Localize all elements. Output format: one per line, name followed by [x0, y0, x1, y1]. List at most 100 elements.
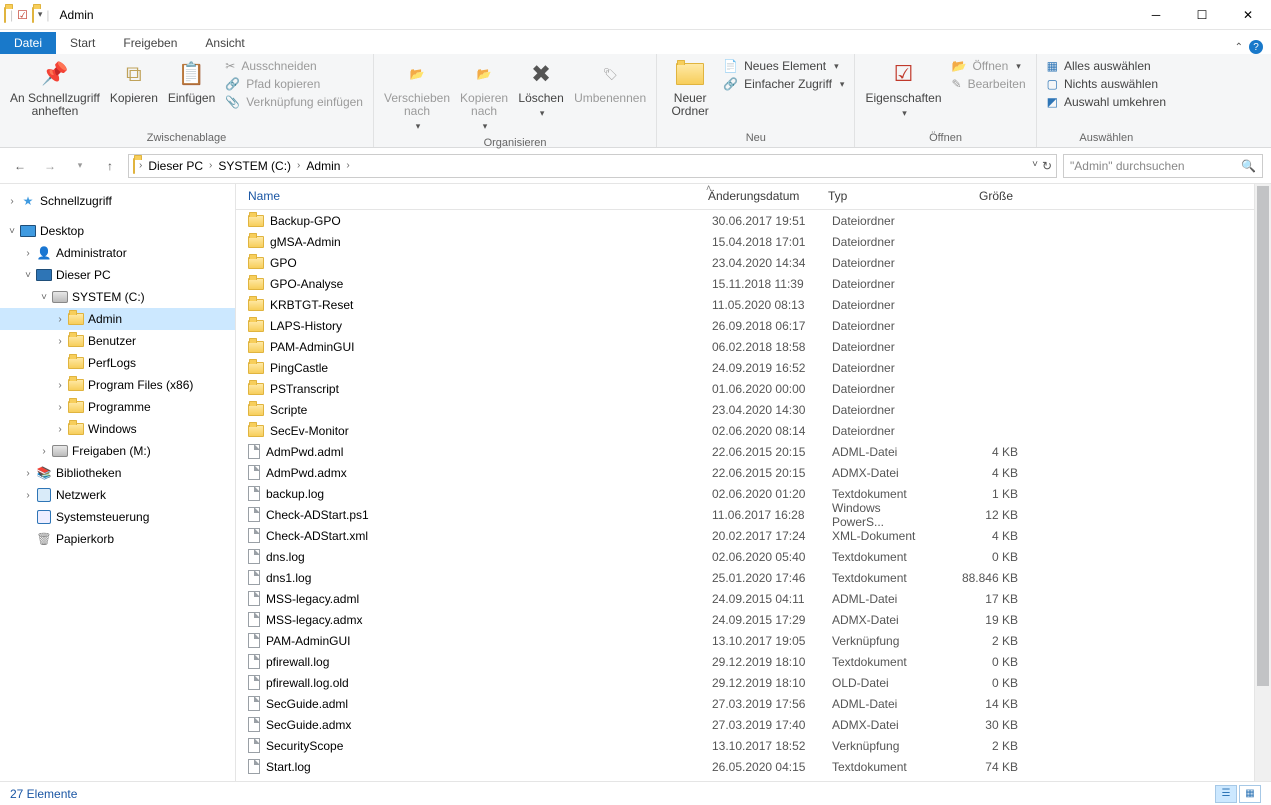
list-item[interactable]: gMSA-Admin15.04.2018 17:01Dateiordner: [236, 231, 1254, 252]
nav-back-button[interactable]: ←: [8, 154, 32, 178]
list-item[interactable]: SecGuide.adml27.03.2019 17:56ADML-Datei1…: [236, 693, 1254, 714]
tree-item[interactable]: ˅SYSTEM (C:): [0, 286, 235, 308]
col-name[interactable]: Name: [236, 184, 696, 209]
copy-path-button[interactable]: 🔗Pfad kopieren: [221, 76, 367, 92]
select-none-button[interactable]: ▢Nichts auswählen: [1043, 76, 1170, 92]
maximize-button[interactable]: ☐: [1179, 0, 1225, 30]
list-item[interactable]: pfirewall.log29.12.2019 18:10Textdokumen…: [236, 651, 1254, 672]
nav-up-button[interactable]: ↑: [98, 154, 122, 178]
vertical-scrollbar[interactable]: [1254, 184, 1271, 781]
crumb-drive[interactable]: SYSTEM (C:)›: [216, 159, 304, 173]
tree-item[interactable]: ˅Dieser PC: [0, 264, 235, 286]
list-item[interactable]: PAM-AdminGUI06.02.2018 18:58Dateiordner: [236, 336, 1254, 357]
select-all-button[interactable]: ▦Alles auswählen: [1043, 58, 1170, 74]
paste-button[interactable]: 📋Einfügen: [164, 56, 219, 107]
address-bar[interactable]: › Dieser PC› SYSTEM (C:)› Admin› ˅ ↻: [128, 154, 1057, 178]
tree-twisty-icon[interactable]: ›: [20, 468, 36, 479]
delete-button[interactable]: ✖Löschen▾: [514, 56, 568, 122]
col-date[interactable]: Änderungsdatum: [696, 184, 816, 209]
list-item[interactable]: pfirewall.log.old29.12.2019 18:10OLD-Dat…: [236, 672, 1254, 693]
qat-dropdown-icon[interactable]: ▾: [38, 9, 43, 20]
tree-item[interactable]: ›Freigaben (M:): [0, 440, 235, 462]
rename-button[interactable]: 🏷Umbenennen: [570, 56, 650, 107]
list-item[interactable]: MSS-legacy.adml24.09.2015 04:11ADML-Date…: [236, 588, 1254, 609]
tab-start[interactable]: Start: [56, 32, 109, 54]
list-item[interactable]: AdmPwd.admx22.06.2015 20:15ADMX-Datei4 K…: [236, 462, 1254, 483]
tree-item[interactable]: ›Netzwerk: [0, 484, 235, 506]
list-item[interactable]: MSS-legacy.admx24.09.2015 17:29ADMX-Date…: [236, 609, 1254, 630]
nav-forward-button[interactable]: →: [38, 154, 62, 178]
cut-button[interactable]: ✂Ausschneiden: [221, 58, 367, 74]
properties-button[interactable]: ☑Eigenschaften▾: [861, 56, 945, 122]
list-item[interactable]: dns1.log25.01.2020 17:46Textdokument88.8…: [236, 567, 1254, 588]
tree-item[interactable]: ›Windows: [0, 418, 235, 440]
minimize-button[interactable]: ─: [1133, 0, 1179, 30]
list-item[interactable]: GPO23.04.2020 14:34Dateiordner: [236, 252, 1254, 273]
qat-properties-icon[interactable]: ☑: [17, 8, 28, 22]
edit-button[interactable]: ✎Bearbeiten: [948, 76, 1030, 92]
crumb-folder[interactable]: Admin›: [304, 159, 353, 173]
address-dropdown-icon[interactable]: ˅: [1032, 159, 1038, 173]
tree-twisty-icon[interactable]: ˅: [20, 270, 36, 281]
copy-button[interactable]: ⧉Kopieren: [106, 56, 162, 107]
scrollbar-thumb[interactable]: [1257, 186, 1269, 686]
list-item[interactable]: dns.log02.06.2020 05:40Textdokument0 KB: [236, 546, 1254, 567]
tree-twisty-icon[interactable]: ›: [52, 380, 68, 391]
col-size[interactable]: Größe: [936, 184, 1026, 209]
nav-recent-button[interactable]: ▾: [68, 154, 92, 178]
col-type[interactable]: Typ: [816, 184, 936, 209]
open-button[interactable]: 📂Öffnen▾: [948, 58, 1030, 74]
ribbon-collapse-icon[interactable]: ⌃: [1235, 42, 1243, 53]
tree-twisty-icon[interactable]: ›: [36, 446, 52, 457]
list-item[interactable]: SecGuide.admx27.03.2019 17:40ADMX-Datei3…: [236, 714, 1254, 735]
list-item[interactable]: SecEv-Monitor02.06.2020 08:14Dateiordner: [236, 420, 1254, 441]
tree-twisty-icon[interactable]: ˅: [36, 292, 52, 303]
tree-item[interactable]: ›Programme: [0, 396, 235, 418]
tree-item[interactable]: ›Admin: [0, 308, 235, 330]
list-item[interactable]: KRBTGT-Reset11.05.2020 08:13Dateiordner: [236, 294, 1254, 315]
crumb-this-pc[interactable]: Dieser PC›: [146, 159, 216, 173]
tab-file[interactable]: Datei: [0, 32, 56, 54]
file-list[interactable]: Name ˄ Änderungsdatum Typ Größe Backup-G…: [236, 184, 1254, 781]
tree-item[interactable]: ›📚Bibliotheken: [0, 462, 235, 484]
list-item[interactable]: Backup-GPO30.06.2017 19:51Dateiordner: [236, 210, 1254, 231]
list-item[interactable]: SecurityScope13.10.2017 18:52Verknüpfung…: [236, 735, 1254, 756]
paste-shortcut-button[interactable]: 📎Verknüpfung einfügen: [221, 94, 367, 110]
tree-item[interactable]: ›★Schnellzugriff: [0, 190, 235, 212]
list-item[interactable]: backup.log02.06.2020 01:20Textdokument1 …: [236, 483, 1254, 504]
tree-item[interactable]: ˅Desktop: [0, 220, 235, 242]
view-large-button[interactable]: ▦: [1239, 785, 1261, 803]
new-folder-button[interactable]: Neuer Ordner: [663, 56, 717, 120]
pin-button[interactable]: 📌An Schnellzugriff anheften: [6, 56, 104, 120]
move-to-button[interactable]: 📂Verschieben nach▾: [380, 56, 454, 135]
tree-twisty-icon[interactable]: ›: [20, 248, 36, 259]
tree-twisty-icon[interactable]: ˅: [4, 226, 20, 237]
tree-item[interactable]: 🗑Papierkorb: [0, 528, 235, 550]
help-icon[interactable]: ?: [1249, 40, 1263, 54]
list-item[interactable]: Check-ADStart.ps111.06.2017 16:28Windows…: [236, 504, 1254, 525]
tab-view[interactable]: Ansicht: [191, 32, 258, 54]
search-icon[interactable]: 🔍: [1241, 159, 1256, 173]
list-item[interactable]: PAM-AdminGUI13.10.2017 19:05Verknüpfung2…: [236, 630, 1254, 651]
list-item[interactable]: GPO-Analyse15.11.2018 11:39Dateiordner: [236, 273, 1254, 294]
close-button[interactable]: ✕: [1225, 0, 1271, 30]
tab-share[interactable]: Freigeben: [109, 32, 191, 54]
list-item[interactable]: Check-ADStart.xml20.02.2017 17:24XML-Dok…: [236, 525, 1254, 546]
tree-twisty-icon[interactable]: ›: [52, 336, 68, 347]
tree-item[interactable]: PerfLogs: [0, 352, 235, 374]
tree-twisty-icon[interactable]: ›: [20, 490, 36, 501]
tree-item[interactable]: ›Program Files (x86): [0, 374, 235, 396]
search-input[interactable]: [1070, 159, 1241, 173]
list-item[interactable]: Scripte23.04.2020 14:30Dateiordner: [236, 399, 1254, 420]
tree-item[interactable]: Systemsteuerung: [0, 506, 235, 528]
tree-twisty-icon[interactable]: ›: [4, 196, 20, 207]
tree-twisty-icon[interactable]: ›: [52, 424, 68, 435]
crumb-root-chevron[interactable]: ›: [135, 160, 146, 171]
view-details-button[interactable]: ☰: [1215, 785, 1237, 803]
list-item[interactable]: PSTranscript01.06.2020 00:00Dateiordner: [236, 378, 1254, 399]
new-item-button[interactable]: 📄Neues Element▾: [719, 58, 848, 74]
tree-twisty-icon[interactable]: ›: [52, 402, 68, 413]
search-box[interactable]: 🔍: [1063, 154, 1263, 178]
tree-item[interactable]: ›Benutzer: [0, 330, 235, 352]
copy-to-button[interactable]: 📂Kopieren nach▾: [456, 56, 512, 135]
